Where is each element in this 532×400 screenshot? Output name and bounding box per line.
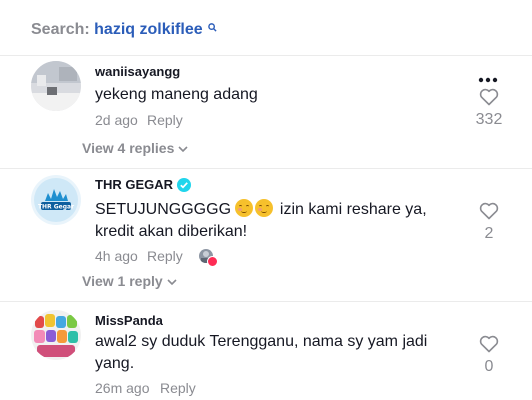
divider (0, 301, 532, 302)
like-count: 2 (484, 225, 494, 242)
heart-icon (479, 202, 499, 220)
view-replies-button[interactable]: View 1 reply (82, 273, 177, 289)
like-button[interactable] (479, 335, 499, 358)
heart-icon (479, 88, 499, 106)
like-count: 332 (475, 111, 503, 128)
divider (0, 55, 532, 56)
comment-username[interactable]: THR GEGAR (95, 177, 173, 192)
svg-text:THR Gegar: THR Gegar (38, 204, 74, 211)
search-query-link[interactable]: haziq zolkiflee (94, 21, 202, 38)
comment-username[interactable]: MissPanda (95, 313, 163, 328)
more-options-button[interactable] (478, 70, 498, 88)
comment-text: yekeng maneng adang (95, 86, 258, 103)
creator-liked-heart-icon (207, 256, 218, 267)
verified-badge-icon (177, 178, 191, 192)
reply-button[interactable]: Reply (160, 380, 196, 396)
more-horizontal-icon (478, 77, 498, 83)
comment-timestamp: 4h ago (95, 248, 138, 264)
avatar[interactable] (31, 310, 81, 360)
search-label: Search: (31, 21, 90, 38)
like-count: 0 (484, 358, 494, 375)
comment-username[interactable]: waniisayangg (95, 64, 180, 79)
like-button[interactable] (479, 202, 499, 225)
smiling-face-emoji-icon (235, 199, 254, 217)
chevron-down-icon (178, 146, 188, 152)
comment-timestamp: 26m ago (95, 380, 150, 396)
view-replies-label: View 1 reply (82, 273, 163, 289)
divider (0, 168, 532, 169)
view-replies-label: View 4 replies (82, 140, 175, 156)
smiling-face-emoji-icon (255, 199, 274, 217)
comment-text: SETUJUNGGGGG izin kami reshare ya, kredi… (95, 199, 465, 243)
comment-username-row: THR GEGAR (95, 177, 191, 192)
comment-text-part: SETUJUNGGGGG (95, 201, 232, 218)
heart-icon (479, 335, 499, 353)
avatar[interactable] (31, 61, 81, 111)
reply-button[interactable]: Reply (147, 112, 183, 128)
chevron-down-icon (167, 279, 177, 285)
search-header: Search: haziq zolkiflee (31, 21, 217, 39)
avatar[interactable]: THR Gegar (31, 175, 81, 225)
comment-timestamp: 2d ago (95, 112, 138, 128)
like-button[interactable] (479, 88, 499, 111)
view-replies-button[interactable]: View 4 replies (82, 140, 188, 156)
reply-button[interactable]: Reply (147, 248, 183, 264)
comment-text: awal2 sy duduk Terengganu, nama sy yam j… (95, 333, 428, 372)
search-icon (208, 19, 217, 37)
